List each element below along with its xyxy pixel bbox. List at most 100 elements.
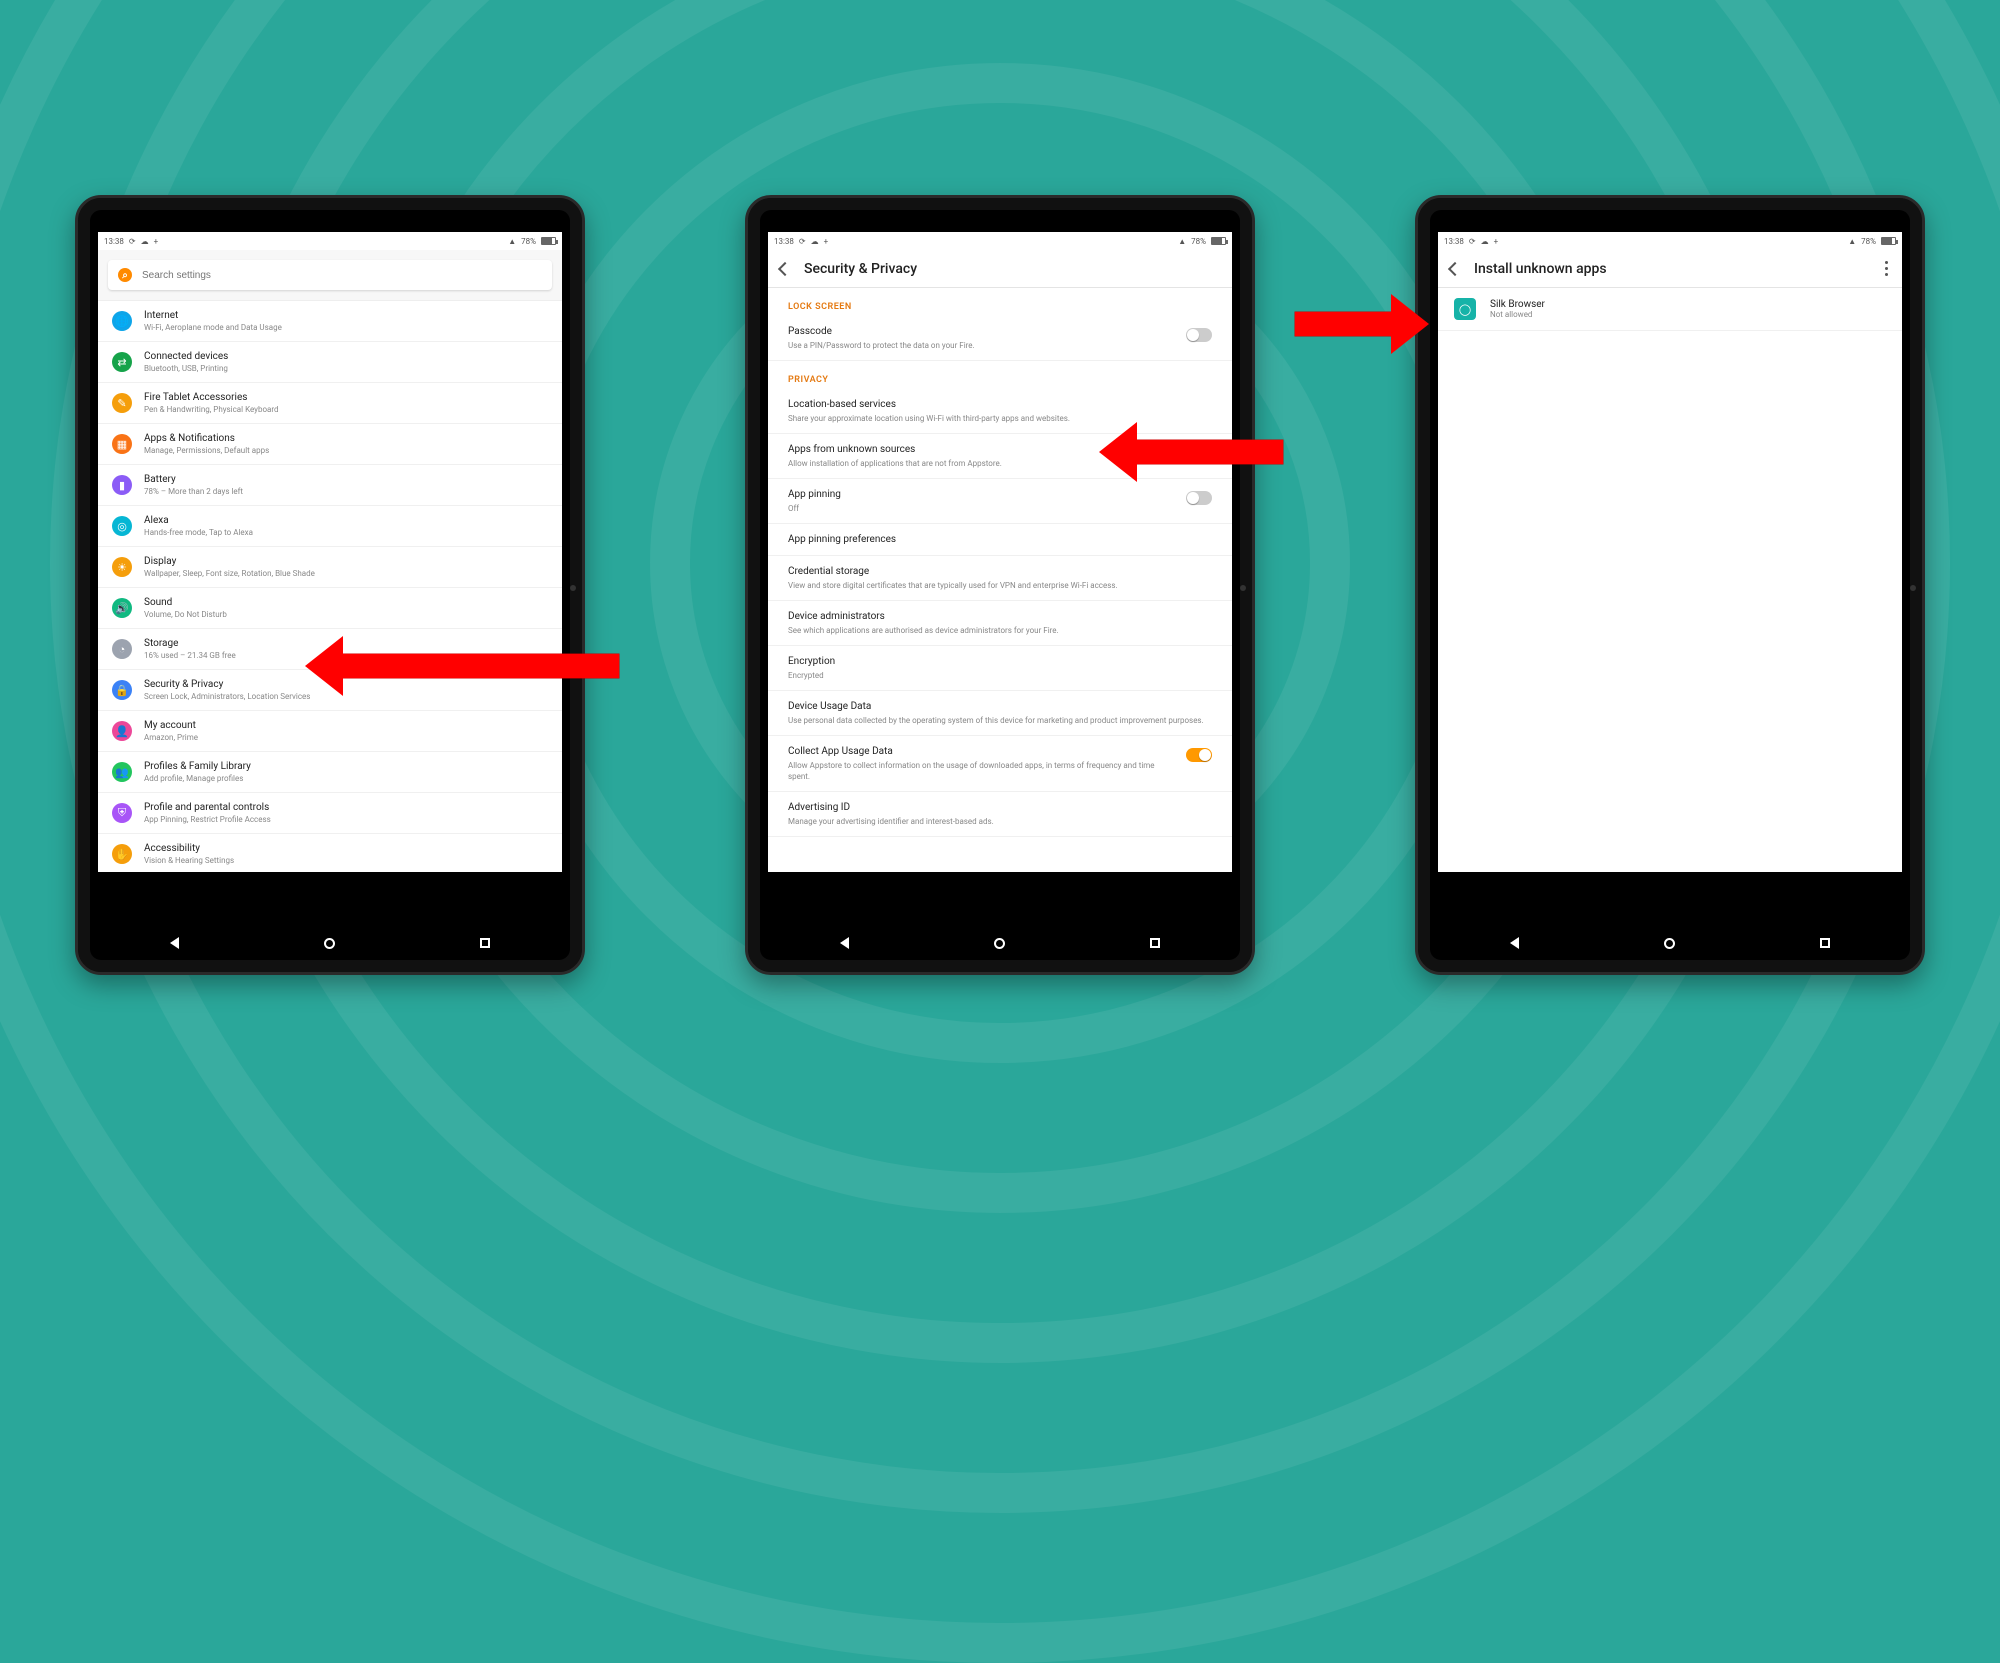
collect-app-usage-toggle[interactable] (1186, 748, 1212, 762)
nav-back-icon[interactable] (840, 937, 849, 949)
wifi-icon: ▲ (1848, 237, 1856, 246)
row-sub: View and store digital certificates that… (788, 580, 1212, 591)
nav-back-icon[interactable] (1510, 937, 1519, 949)
row-device-usage-data[interactable]: Device Usage Data Use personal data coll… (768, 691, 1232, 736)
row-title: Collect App Usage Data (788, 745, 1176, 758)
sync-icon: ⟳ (799, 237, 806, 246)
settings-item-title: Accessibility (144, 842, 234, 855)
nav-recent-icon[interactable] (1150, 938, 1160, 948)
settings-item-title: Storage (144, 637, 236, 650)
section-privacy: PRIVACY (768, 361, 1232, 389)
settings-item-profiles-family-library[interactable]: 👥Profiles & Family LibraryAdd profile, M… (98, 752, 562, 793)
settings-item-icon: ✋ (112, 844, 132, 864)
row-app-pinning[interactable]: App pinning Off (768, 479, 1232, 524)
row-collect-app-usage[interactable]: Collect App Usage Data Allow Appstore to… (768, 736, 1232, 792)
settings-item-apps-notifications[interactable]: ▦Apps & NotificationsManage, Permissions… (98, 424, 562, 465)
settings-item-internet[interactable]: 🌐InternetWi-Fi, Aeroplane mode and Data … (98, 301, 562, 342)
app-pinning-toggle[interactable] (1186, 491, 1212, 505)
back-icon[interactable] (778, 261, 792, 275)
row-app-pinning-prefs[interactable]: App pinning preferences (768, 524, 1232, 556)
row-title: Device administrators (788, 610, 1212, 623)
screen: 13:38 ⟳ ☁ + ▲ 78% ⌕ 🌐InternetWi-Fi, Aero… (98, 232, 562, 872)
settings-item-icon: ☀ (112, 557, 132, 577)
settings-item-sub: Manage, Permissions, Default apps (144, 445, 269, 456)
settings-item-icon: 👤 (112, 721, 132, 741)
nav-recent-icon[interactable] (1820, 938, 1830, 948)
row-advertising-id[interactable]: Advertising ID Manage your advertising i… (768, 792, 1232, 837)
settings-item-icon: ✎ (112, 393, 132, 413)
settings-item-sub: Screen Lock, Administrators, Location Se… (144, 691, 310, 702)
row-location-services[interactable]: Location-based services Share your appro… (768, 389, 1232, 434)
settings-item-fire-tablet-accessories[interactable]: ✎Fire Tablet AccessoriesPen & Handwritin… (98, 383, 562, 424)
settings-item-title: Internet (144, 309, 282, 322)
plus-icon: + (154, 237, 159, 246)
status-bar: 13:38 ⟳ ☁ + ▲ 78% (1438, 232, 1902, 250)
settings-item-sub: Volume, Do Not Disturb (144, 609, 227, 620)
row-passcode[interactable]: Passcode Use a PIN/Password to protect t… (768, 316, 1232, 361)
wifi-icon: ▲ (508, 237, 516, 246)
wifi-icon: ▲ (1178, 237, 1186, 246)
row-sub: Use a PIN/Password to protect the data o… (788, 340, 1176, 351)
tablet-settings-main: 13:38 ⟳ ☁ + ▲ 78% ⌕ 🌐InternetWi-Fi, Aero… (75, 195, 585, 975)
passcode-toggle[interactable] (1186, 328, 1212, 342)
row-device-administrators[interactable]: Device administrators See which applicat… (768, 601, 1232, 646)
battery-pct: 78% (1861, 237, 1876, 246)
nav-back-icon[interactable] (170, 937, 179, 949)
silk-browser-icon: ◯ (1454, 298, 1476, 320)
settings-item-sub: Add profile, Manage profiles (144, 773, 251, 784)
back-icon[interactable] (1448, 261, 1462, 275)
search-bar[interactable]: ⌕ (108, 260, 552, 290)
screen: 13:38 ⟳ ☁ + ▲ 78% Security & Privacy LOC… (768, 232, 1232, 872)
settings-item-sound[interactable]: 🔊 SoundVolume, Do Not Disturb (98, 588, 562, 629)
row-credential-storage[interactable]: Credential storage View and store digita… (768, 556, 1232, 601)
nav-bar (98, 930, 562, 956)
nav-home-icon[interactable] (1664, 938, 1675, 949)
nav-bar (1438, 930, 1902, 956)
settings-item-sub: Vision & Hearing Settings (144, 855, 234, 866)
search-icon: ⌕ (118, 268, 132, 282)
settings-item-display[interactable]: ☀DisplayWallpaper, Sleep, Font size, Rot… (98, 547, 562, 588)
status-time: 13:38 (1444, 237, 1464, 246)
settings-item-title: Display (144, 555, 315, 568)
settings-item-icon: ◎ (112, 516, 132, 536)
settings-item-icon: ◔ (112, 639, 132, 659)
app-status: Not allowed (1490, 310, 1545, 319)
overflow-icon[interactable] (1885, 261, 1888, 276)
section-lock-screen: LOCK SCREEN (768, 288, 1232, 316)
page-title: Security & Privacy (804, 261, 917, 277)
app-row-silk-browser[interactable]: ◯ Silk Browser Not allowed (1438, 288, 1902, 331)
row-title: Advertising ID (788, 801, 1212, 814)
row-sub: Allow Appstore to collect information on… (788, 760, 1176, 782)
plus-icon: + (1494, 237, 1499, 246)
nav-home-icon[interactable] (994, 938, 1005, 949)
settings-item-connected-devices[interactable]: ⇄Connected devicesBluetooth, USB, Printi… (98, 342, 562, 383)
settings-item-icon: 🔊 (112, 598, 132, 618)
nav-home-icon[interactable] (324, 938, 335, 949)
settings-item-title: Battery (144, 473, 243, 486)
row-title: Encryption (788, 655, 1212, 668)
settings-item-icon: 🌐 (112, 311, 132, 331)
app-name: Silk Browser (1490, 299, 1545, 310)
settings-item-battery[interactable]: ▮Battery78% – More than 2 days left (98, 465, 562, 506)
row-encryption[interactable]: Encryption Encrypted (768, 646, 1232, 691)
nav-bar (768, 930, 1232, 956)
cloud-icon: ☁ (1481, 237, 1489, 246)
settings-item-title: Profile and parental controls (144, 801, 271, 814)
row-title: App pinning preferences (788, 533, 1212, 546)
sync-icon: ⟳ (1469, 237, 1476, 246)
settings-item-profile-and-parental-controls[interactable]: ⛨Profile and parental controlsApp Pinnin… (98, 793, 562, 834)
nav-recent-icon[interactable] (480, 938, 490, 948)
settings-item-sub: 16% used – 21.34 GB free (144, 650, 236, 661)
page-title: Install unknown apps (1474, 261, 1607, 277)
settings-list: 🌐InternetWi-Fi, Aeroplane mode and Data … (98, 300, 562, 872)
page-header: Install unknown apps (1438, 250, 1902, 288)
settings-item-my-account[interactable]: 👤My accountAmazon, Prime (98, 711, 562, 752)
tablet-security-privacy: 13:38 ⟳ ☁ + ▲ 78% Security & Privacy LOC… (745, 195, 1255, 975)
settings-item-sub: Hands-free mode, Tap to Alexa (144, 527, 253, 538)
status-bar: 13:38 ⟳ ☁ + ▲ 78% (98, 232, 562, 250)
settings-item-alexa[interactable]: ◎ AlexaHands-free mode, Tap to Alexa (98, 506, 562, 547)
settings-item-title: Alexa (144, 514, 253, 527)
search-input[interactable] (142, 270, 542, 281)
settings-item-accessibility[interactable]: ✋ AccessibilityVision & Hearing Settings (98, 834, 562, 872)
settings-item-title: Sound (144, 596, 227, 609)
